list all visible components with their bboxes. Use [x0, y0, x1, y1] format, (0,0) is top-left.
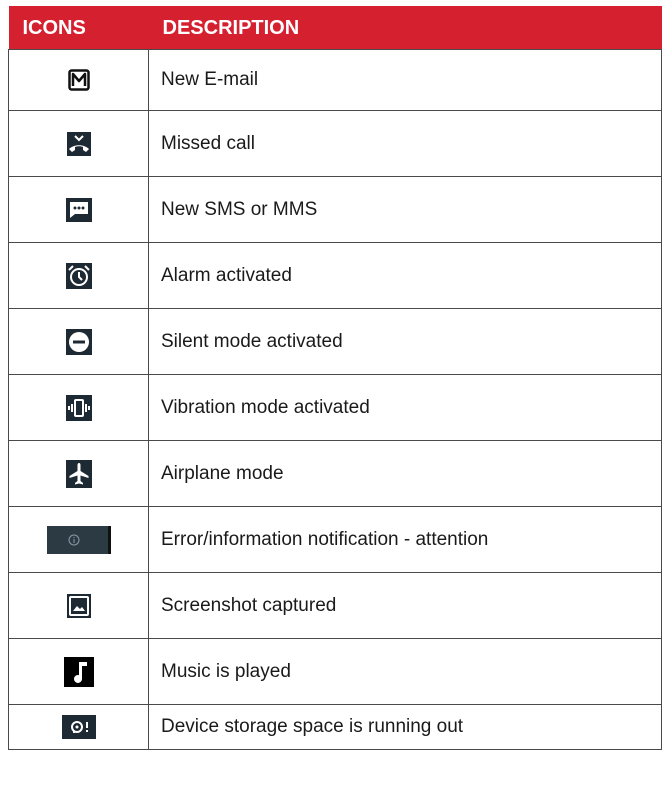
info-icon — [46, 525, 111, 554]
row-description: Vibration mode activated — [148, 374, 662, 441]
row-description: Airplane mode — [148, 440, 662, 507]
table-row: Vibration mode activated — [8, 374, 662, 441]
table-row: Alarm activated — [8, 242, 662, 309]
table-row: Missed call — [8, 110, 662, 177]
header-description: DESCRIPTION — [148, 6, 662, 50]
vibration-icon — [65, 394, 92, 421]
row-description: Error/information notification - attenti… — [148, 506, 662, 573]
row-description: Missed call — [148, 110, 662, 177]
alarm-icon — [65, 262, 92, 289]
row-description: Device storage space is running out — [148, 704, 662, 750]
table-row: Screenshot captured — [8, 572, 662, 639]
music-icon — [63, 656, 94, 687]
header-icons: ICONS — [8, 6, 149, 50]
row-description: Silent mode activated — [148, 308, 662, 375]
icons-table: ICONS DESCRIPTION New E-mail Missed call — [8, 6, 662, 750]
row-description: New SMS or MMS — [148, 176, 662, 243]
row-description: Music is played — [148, 638, 662, 705]
storage-warning-icon — [61, 715, 96, 739]
table-row: Airplane mode — [8, 440, 662, 507]
table-row: New E-mail — [8, 49, 662, 111]
screenshot-icon — [66, 593, 91, 618]
sms-icon — [65, 197, 92, 222]
missed-call-icon — [66, 131, 91, 156]
table-row: Device storage space is running out — [8, 704, 662, 750]
table-row: New SMS or MMS — [8, 176, 662, 243]
row-description: Screenshot captured — [148, 572, 662, 639]
row-description: Alarm activated — [148, 242, 662, 309]
airplane-icon — [65, 459, 92, 488]
icons-table-wrapper: ICONS DESCRIPTION New E-mail Missed call — [8, 6, 662, 750]
table-row: Error/information notification - attenti… — [8, 506, 662, 573]
table-header-row: ICONS DESCRIPTION — [8, 6, 662, 50]
email-icon — [67, 69, 90, 91]
table-row: Silent mode activated — [8, 308, 662, 375]
silent-mode-icon — [65, 328, 92, 355]
row-description: New E-mail — [148, 49, 662, 111]
table-row: Music is played — [8, 638, 662, 705]
